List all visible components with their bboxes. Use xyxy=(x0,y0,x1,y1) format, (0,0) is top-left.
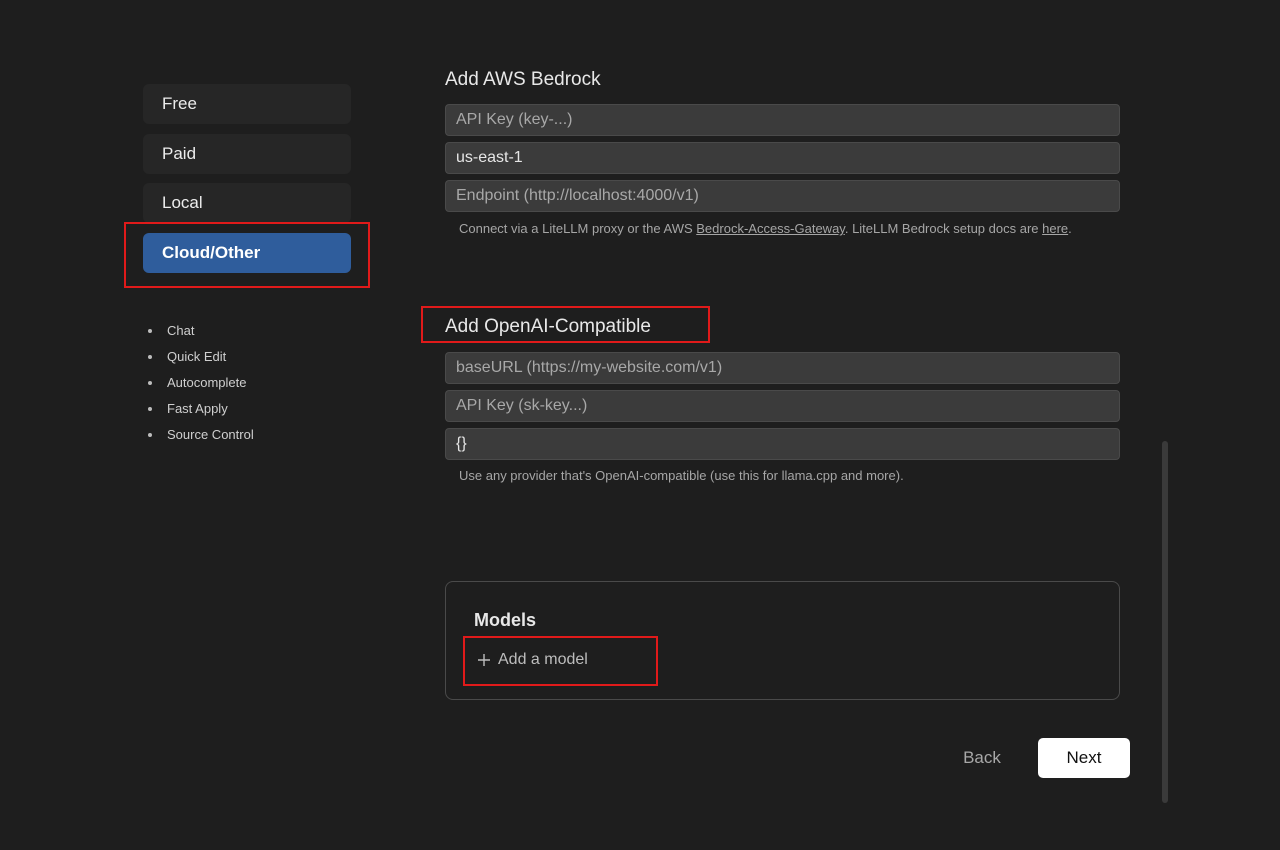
next-button[interactable]: Next xyxy=(1038,738,1130,778)
openai-base-url-input[interactable] xyxy=(445,352,1120,384)
bedrock-hint-text-2: . LiteLLM Bedrock setup docs are xyxy=(844,221,1043,236)
openai-compat-hint: Use any provider that's OpenAI-compatibl… xyxy=(459,468,904,483)
feature-list: Chat Quick Edit Autocomplete Fast Apply … xyxy=(146,318,254,448)
plus-icon xyxy=(478,654,490,666)
scrollbar-thumb[interactable] xyxy=(1162,441,1168,803)
add-model-button[interactable]: Add a model xyxy=(476,651,588,669)
feature-item-fast-apply: Fast Apply xyxy=(146,396,254,422)
openai-compat-title: Add OpenAI-Compatible xyxy=(445,316,651,337)
tab-free[interactable]: Free xyxy=(143,84,351,124)
feature-item-chat: Chat xyxy=(146,318,254,344)
models-panel: Models Add a model xyxy=(445,581,1120,700)
litellm-docs-link[interactable]: here xyxy=(1042,221,1068,236)
bedrock-hint: Connect via a LiteLLM proxy or the AWS B… xyxy=(459,218,1099,239)
bedrock-api-key-input[interactable] xyxy=(445,104,1120,136)
feature-item-autocomplete: Autocomplete xyxy=(146,370,254,396)
onboarding-page: Free Paid Local Cloud/Other Chat Quick E… xyxy=(0,0,1280,850)
openai-headers-input[interactable] xyxy=(445,428,1120,460)
back-button[interactable]: Back xyxy=(948,738,1016,778)
bedrock-title: Add AWS Bedrock xyxy=(445,69,601,90)
tab-cloud-other[interactable]: Cloud/Other xyxy=(143,233,351,273)
bedrock-endpoint-input[interactable] xyxy=(445,180,1120,212)
bedrock-hint-text: Connect via a LiteLLM proxy or the AWS xyxy=(459,221,697,236)
bedrock-region-input[interactable] xyxy=(445,142,1120,174)
tab-paid[interactable]: Paid xyxy=(143,134,351,174)
feature-item-source-control: Source Control xyxy=(146,422,254,448)
bedrock-hint-end: . xyxy=(1068,221,1072,236)
bedrock-access-gateway-link[interactable]: Bedrock-Access-Gateway xyxy=(696,221,845,236)
feature-item-quick-edit: Quick Edit xyxy=(146,344,254,370)
tab-local[interactable]: Local xyxy=(143,183,351,223)
openai-api-key-input[interactable] xyxy=(445,390,1120,422)
add-model-label: Add a model xyxy=(498,651,588,668)
models-title: Models xyxy=(474,610,537,630)
